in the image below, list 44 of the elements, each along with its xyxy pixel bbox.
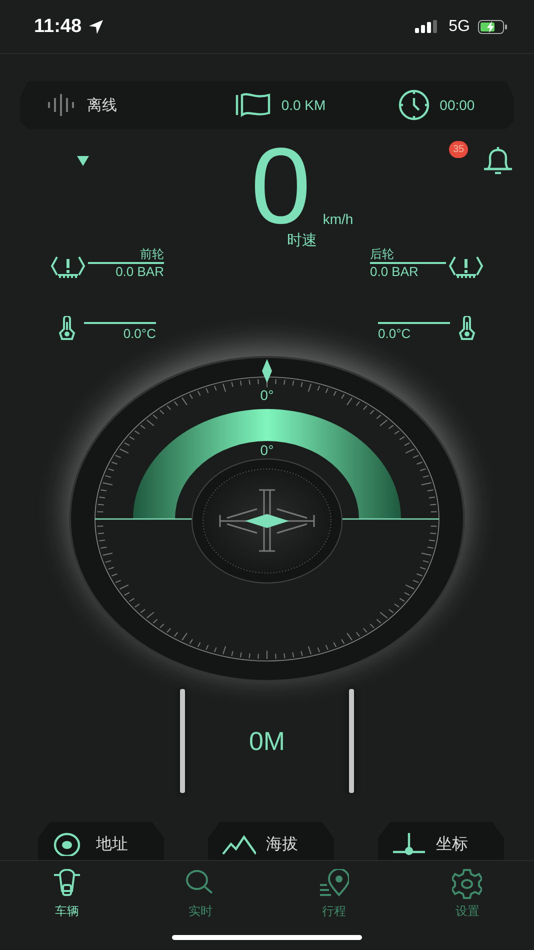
tire-label: 后轮 [370,247,446,264]
sound-wave-icon [47,92,77,118]
thermometer-icon [456,316,478,342]
bell-icon[interactable] [482,145,514,177]
tire-temperature: 0.0°C [123,326,156,342]
tire-label: 前轮 [88,247,164,264]
info-card[interactable]: 坐标 [378,822,504,860]
network-label: 5G [448,18,470,36]
settings-tab[interactable]: 设置 [437,869,498,920]
tilt-value: 0° [260,442,274,458]
tire-pressure: 0.0 BAR [116,264,164,280]
nav-tab[interactable]: 车辆 [36,869,97,920]
tire-pressure: 0.0 BAR [370,264,418,280]
info-card[interactable]: 海拔 [208,822,334,860]
card-label: 海拔 [266,835,298,855]
nav-tab[interactable]: 实时 [170,869,230,920]
tire-warning-icon [448,254,484,280]
tire-temperature: 0.0°C [378,326,411,342]
signal-icon [414,20,439,34]
heading-value: 0° [260,387,274,403]
thermometer-icon [56,316,78,342]
location-arrow-icon [88,18,104,34]
distance-value: 0.0 KM [281,97,326,113]
dropdown-triangle-icon[interactable] [77,156,89,166]
tire-warning-icon [50,254,86,280]
map-icon [235,92,272,118]
scooter-icon [52,869,82,899]
location-pin-icon [318,869,349,899]
status-time: 11:48 [34,16,82,38]
card-label: 地址 [96,835,128,855]
speed-unit: km/h [322,211,354,227]
card-label: 坐标 [436,835,468,855]
speed-value: 0 [250,141,311,229]
battery-icon [478,20,508,34]
coordinates-icon [392,832,426,856]
info-card[interactable]: 地址 [38,822,164,860]
nav-tab[interactable]: 行程 [304,869,364,920]
settings-icon [452,869,482,899]
connection-status: 离线 [87,96,117,114]
duration-value: 00:00 [440,97,475,113]
altitude-value: 0M [248,726,286,756]
notification-badge: 35 [449,141,468,158]
speed-label: 时速 [287,231,317,250]
clock-icon [398,89,430,121]
